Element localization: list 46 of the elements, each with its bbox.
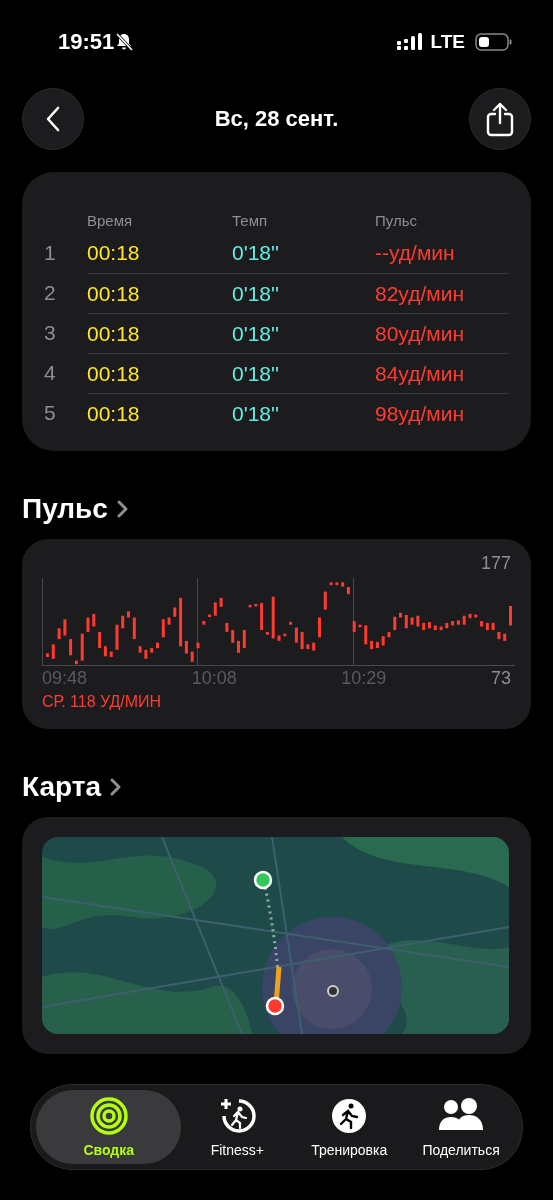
signal-icon	[396, 33, 423, 51]
split-pulse: 80уд/мин	[375, 321, 464, 346]
time-axis-label: 10:08	[191, 668, 238, 689]
split-time: 00:18	[87, 241, 140, 265]
split-number: 3	[44, 321, 57, 345]
section-title[interactable]: Карта	[22, 771, 102, 803]
average-heart-rate: СР. 118 УД/МИН	[42, 693, 163, 711]
bell-muted-icon	[114, 32, 135, 52]
min-value-label: 73	[490, 668, 511, 689]
page-title: Вс, 28 сент.	[214, 106, 339, 132]
chevron-left-icon	[44, 105, 62, 133]
split-time: 00:18	[87, 281, 140, 306]
split-number: 2	[44, 281, 57, 305]
time-axis-label: 09:48	[42, 668, 89, 689]
battery-icon	[475, 33, 513, 51]
split-number: 5	[44, 401, 57, 425]
share-icon	[485, 101, 515, 137]
tab-item[interactable]: Сводка	[36, 1090, 182, 1164]
column-header: Время	[87, 212, 134, 229]
clock-time: 19:51	[58, 29, 115, 55]
split-pulse: 82уд/мин	[375, 281, 464, 306]
split-number: 1	[44, 241, 57, 265]
split-pace: 0'18''	[232, 321, 280, 346]
split-pace: 0'18''	[232, 281, 280, 306]
tab-item[interactable]: Fitness+	[181, 1090, 294, 1164]
chevron-right-icon	[109, 777, 122, 797]
column-header: Темп	[232, 212, 269, 229]
chevron-right-icon	[115, 499, 128, 519]
network-type: LTE	[430, 31, 465, 53]
split-pulse: 98уд/мин	[375, 401, 464, 426]
split-pulse: 84уд/мин	[375, 361, 464, 386]
split-pace: 0'18''	[232, 401, 280, 426]
split-number: 4	[44, 361, 57, 385]
section-title[interactable]: Пульс	[22, 493, 108, 525]
split-time: 00:18	[87, 401, 140, 426]
max-value-label: 177	[480, 553, 511, 574]
split-time: 00:18	[87, 361, 140, 386]
column-header: Пульс	[375, 212, 419, 229]
time-axis-label: 10:29	[341, 668, 388, 689]
split-pace: 0'18''	[232, 241, 280, 265]
tab-item[interactable]: Тренировка	[293, 1090, 406, 1164]
split-pulse: --уд/мин	[375, 241, 455, 265]
split-time: 00:18	[87, 321, 140, 346]
split-pace: 0'18''	[232, 361, 280, 386]
activity-rings-icon	[88, 1096, 129, 1136]
tab-item[interactable]: Поделиться	[405, 1090, 517, 1164]
